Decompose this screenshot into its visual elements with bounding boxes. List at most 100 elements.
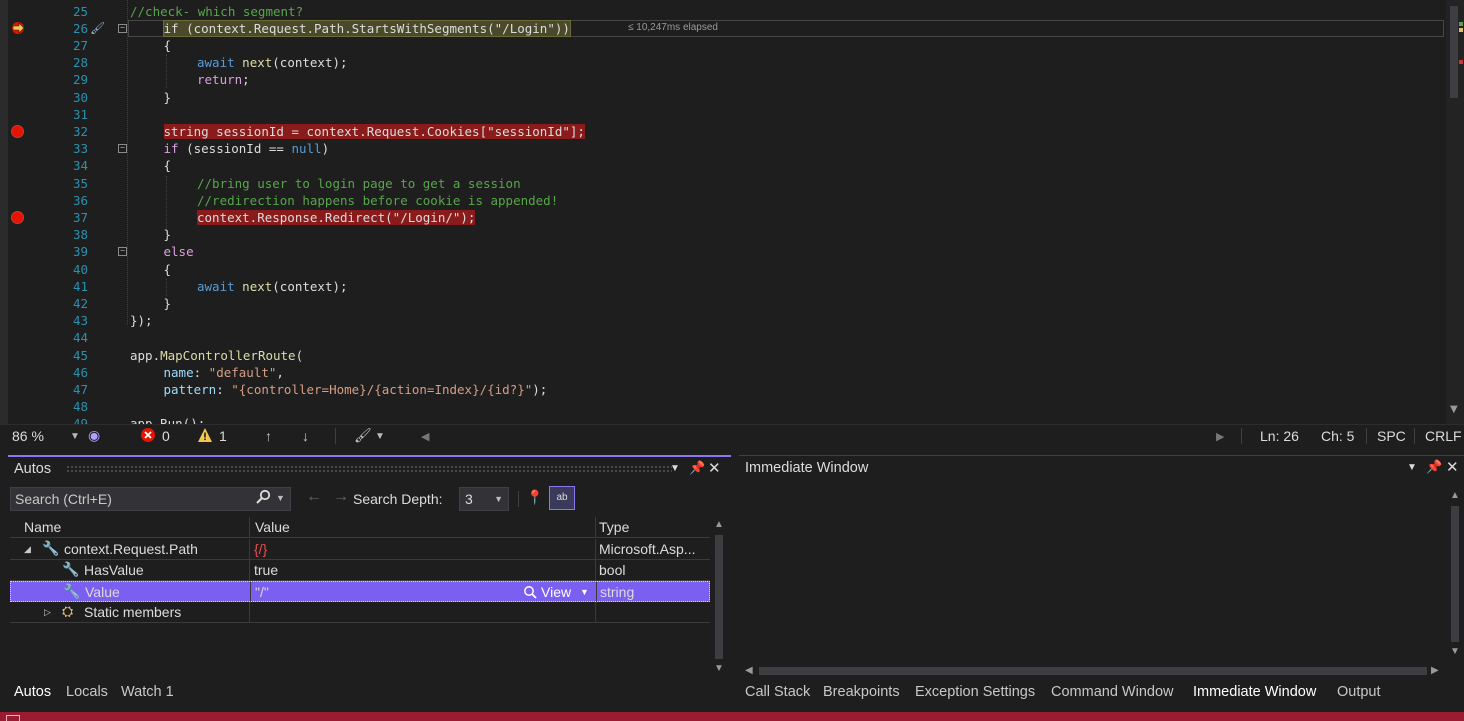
- code-cleanup-brush-icon[interactable]: 🖌: [354, 427, 372, 444]
- code-line[interactable]: 44: [0, 329, 1446, 346]
- code-line[interactable]: 36 //redirection happens before cookie is…: [0, 192, 1446, 209]
- search-back-arrow-icon[interactable]: ←: [306, 488, 322, 506]
- code-line[interactable]: 28 await next(context);: [0, 54, 1446, 71]
- autos-row[interactable]: 🔧 HasValue true bool: [10, 560, 710, 581]
- intellicode-icon[interactable]: ◉: [88, 427, 100, 444]
- autos-row[interactable]: ◢ 🔧 context.Request.Path {/} Microsoft.Asp..…: [10, 539, 710, 560]
- status-bar-icon[interactable]: [6, 715, 20, 721]
- scroll-right-arrow-icon[interactable]: ▶: [1431, 665, 1439, 676]
- tab-output[interactable]: Output: [1331, 681, 1387, 705]
- code-line[interactable]: 41 await next(context);: [0, 278, 1446, 295]
- fold-toggle-icon[interactable]: −: [118, 247, 127, 257]
- code-line[interactable]: 37 context.Response.Redirect("/Login/");: [0, 209, 1446, 226]
- visualizer-magnifier-icon[interactable]: [523, 584, 537, 600]
- autos-vertical-scrollbar[interactable]: ▲ ▼: [710, 517, 728, 677]
- search-options-dropdown-icon[interactable]: ▼: [276, 493, 285, 503]
- code-line[interactable]: 25 //check- which segment?: [0, 3, 1446, 20]
- warning-icon[interactable]: [197, 427, 213, 446]
- autos-row-value[interactable]: "/": [255, 584, 269, 600]
- code-line[interactable]: 42}: [0, 295, 1446, 312]
- autos-row-value[interactable]: true: [254, 562, 278, 578]
- line-ending-indicator[interactable]: CRLF: [1425, 428, 1462, 444]
- tab-exception-settings[interactable]: Exception Settings: [909, 681, 1041, 705]
- autos-scrollbar-thumb[interactable]: [715, 535, 723, 659]
- tab-breakpoints[interactable]: Breakpoints: [817, 681, 906, 705]
- code-line[interactable]: 🖌 − 26 if (context.Request.Path.StartsWithS…: [0, 19, 1446, 37]
- error-icon[interactable]: [140, 427, 156, 446]
- autos-search-input[interactable]: Search (Ctrl+E): [10, 487, 291, 511]
- breakpoint-icon[interactable]: [11, 124, 24, 138]
- line-number-indicator[interactable]: Ln: 26: [1260, 428, 1299, 444]
- autos-row-value[interactable]: {/}: [254, 541, 267, 557]
- scroll-down-arrow-icon[interactable]: ▼: [714, 663, 724, 674]
- code-line[interactable]: 40 {: [0, 261, 1446, 278]
- code-line[interactable]: 31: [0, 106, 1446, 123]
- code-line[interactable]: 35 //bring user to login page to get a se…: [0, 175, 1446, 192]
- scroll-down-arrow-icon[interactable]: ▼: [1450, 646, 1460, 657]
- column-header-name[interactable]: Name: [24, 519, 61, 535]
- pin-icon[interactable]: 📌: [689, 460, 705, 476]
- column-header-value[interactable]: Value: [255, 519, 290, 535]
- close-icon[interactable]: ✕: [1446, 458, 1459, 476]
- immediate-scrollbar-thumb[interactable]: [1451, 506, 1459, 642]
- view-visualizer-button[interactable]: View: [541, 584, 571, 600]
- immediate-vertical-scrollbar[interactable]: ▲ ▼: [1446, 486, 1464, 662]
- code-line[interactable]: 30}: [0, 89, 1446, 106]
- previous-issue-arrow-icon[interactable]: ↑: [265, 428, 272, 444]
- tab-command-window[interactable]: Command Window: [1045, 681, 1180, 705]
- immediate-input-area[interactable]: [739, 484, 1446, 662]
- expand-arrow-icon[interactable]: ▷: [44, 607, 51, 618]
- search-depth-select[interactable]: 3 ▼: [459, 487, 509, 511]
- close-icon[interactable]: ✕: [708, 459, 721, 477]
- code-line[interactable]: 38}: [0, 226, 1446, 243]
- hscroll-right-arrow-icon[interactable]: ▶: [1216, 430, 1224, 443]
- zoom-dropdown-icon[interactable]: ▼: [70, 431, 80, 442]
- whitespace-indicator[interactable]: SPC: [1377, 428, 1406, 444]
- hscroll-left-arrow-icon[interactable]: ◀: [421, 430, 429, 443]
- scroll-down-arrow-icon[interactable]: ▼: [1450, 404, 1458, 415]
- code-editor[interactable]: 25//check- which segment? 🖌 −26 if (context…: [0, 0, 1464, 424]
- scroll-left-arrow-icon[interactable]: ◀: [745, 665, 753, 676]
- code-line[interactable]: 27 {: [0, 37, 1446, 54]
- tab-autos[interactable]: Autos: [8, 681, 58, 705]
- panel-menu-dropdown-icon[interactable]: ▼: [670, 463, 680, 474]
- code-line[interactable]: 45 app.MapControllerRoute(: [0, 347, 1446, 364]
- code-line[interactable]: − 39 else: [0, 243, 1446, 260]
- quick-actions-brush-icon[interactable]: 🖌: [90, 20, 105, 37]
- code-line[interactable]: 49 app.Run();: [0, 415, 1446, 424]
- panel-menu-dropdown-icon[interactable]: ▼: [1407, 462, 1417, 473]
- code-line[interactable]: − 33 if (sessionId == null): [0, 140, 1446, 157]
- zoom-level[interactable]: 86 %: [12, 428, 44, 444]
- tab-locals[interactable]: Locals: [60, 681, 114, 705]
- column-header-type[interactable]: Type: [599, 519, 629, 535]
- code-line[interactable]: 32 string sessionId = context.Request.Coo…: [0, 123, 1446, 140]
- code-line[interactable]: 29 return;: [0, 71, 1446, 88]
- search-forward-arrow-icon[interactable]: →: [333, 488, 349, 506]
- column-divider[interactable]: [595, 517, 596, 538]
- editor-scrollbar-thumb[interactable]: [1450, 6, 1458, 98]
- breakpoint-icon[interactable]: [11, 210, 24, 224]
- immediate-hscrollbar-thumb[interactable]: [759, 667, 1427, 675]
- fold-toggle-icon[interactable]: −: [118, 23, 127, 33]
- code-line[interactable]: 34 {: [0, 157, 1446, 174]
- search-icon[interactable]: [255, 489, 271, 509]
- next-issue-arrow-icon[interactable]: ↓: [302, 428, 309, 444]
- pin-icon[interactable]: 📌: [1426, 459, 1442, 475]
- column-indicator[interactable]: Ch: 5: [1321, 428, 1354, 444]
- warning-count[interactable]: 1: [219, 428, 227, 444]
- editor-vertical-scrollbar[interactable]: ▼: [1446, 0, 1464, 424]
- code-line[interactable]: 43});: [0, 312, 1446, 329]
- panel-drag-grip[interactable]: [66, 465, 672, 473]
- hexadecimal-display-toggle-icon[interactable]: ab: [549, 486, 575, 510]
- scroll-up-arrow-icon[interactable]: ▲: [1450, 490, 1460, 501]
- tab-call-stack[interactable]: Call Stack: [739, 681, 816, 705]
- code-line[interactable]: 46 name: "default",: [0, 364, 1446, 381]
- tab-immediate-window[interactable]: Immediate Window: [1187, 681, 1323, 705]
- scroll-up-arrow-icon[interactable]: ▲: [714, 519, 724, 530]
- pin-to-source-icon[interactable]: 📍: [526, 489, 543, 506]
- immediate-horizontal-scrollbar[interactable]: ◀ ▶: [739, 662, 1446, 680]
- error-count[interactable]: 0: [162, 428, 170, 444]
- autos-row[interactable]: ▷ ⛭ Static members: [10, 602, 710, 623]
- visualizer-dropdown-icon[interactable]: ▼: [580, 587, 589, 597]
- code-line[interactable]: 47 pattern: "{controller=Home}/{action=In…: [0, 381, 1446, 398]
